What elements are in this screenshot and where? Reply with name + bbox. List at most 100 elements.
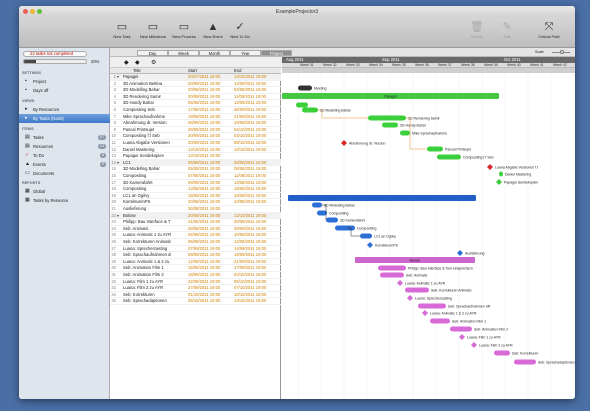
sidebar-item-tasks[interactable]: ▤ Tasks 27 xyxy=(19,133,110,142)
sidebar-item-project[interactable]: ▪ Project xyxy=(19,77,110,86)
edit-button[interactable]: ✎ Edit xyxy=(492,20,522,39)
table-row[interactable]: 32 Luana: Film 1 zu AYR 22/09/2011 19:00 05… xyxy=(110,279,281,286)
table-row[interactable]: 3 3D Modelling Bahar 20/08/2011 19:00 04/08… xyxy=(110,87,281,94)
milestone-marker[interactable] xyxy=(422,310,428,316)
tab-month[interactable]: Month xyxy=(199,50,230,56)
task-bar[interactable] xyxy=(360,233,372,239)
milestone-marker[interactable] xyxy=(407,295,413,301)
tab-week[interactable]: Week xyxy=(168,50,199,56)
table-row[interactable]: 9 Pascal Printsujet 28/09/2011 19:00 04/10/… xyxy=(110,127,281,134)
task-bar[interactable] xyxy=(494,350,510,356)
delete-button[interactable]: 🗑 Delete xyxy=(462,20,492,39)
sidebar-item-todo[interactable]: ✓ To Do 8 xyxy=(19,151,110,160)
tab-project[interactable]: Project xyxy=(261,50,292,56)
task-bar[interactable] xyxy=(380,272,404,278)
table-row[interactable]: 11 Luana Abgabe Versionen f.f 20/09/2011 1… xyxy=(110,140,281,147)
milestone-marker[interactable] xyxy=(487,164,493,170)
sidebar-item-tasks-by-resource[interactable]: ▦ Tasks by Resource xyxy=(19,196,110,205)
table-row[interactable]: 12 Daniel Mastering 13/10/2011 19:00 10/10/… xyxy=(110,147,281,154)
task-bar[interactable] xyxy=(298,85,312,91)
table-row[interactable]: 35 Seb: Sprachadaptionen 05/10/2011 19:00 1… xyxy=(110,298,281,305)
group-row[interactable]: ▾ 22 Bolose 20/08/2011 19:00 13/10/2011 19:0… xyxy=(110,212,281,220)
sidebar-item-documents[interactable]: ▭ Documents xyxy=(19,169,110,178)
table-row[interactable]: 2 3D Animation Bettina 20/08/2011 19:00 12/… xyxy=(110,81,281,88)
settings-gear-icon[interactable]: ⚙ xyxy=(151,59,156,66)
sidebar-item-by-tasks-gantt[interactable]: ▸ By Tasks (Gantt) xyxy=(19,114,110,123)
milestone-marker[interactable] xyxy=(496,179,502,185)
milestone-marker[interactable] xyxy=(367,242,373,248)
milestone-marker[interactable] xyxy=(341,140,347,146)
group-row[interactable]: ▾ 14 LC1 05/08/2011 19:00 26/08/2011 19:00 xyxy=(110,159,281,167)
task-bar[interactable] xyxy=(368,115,406,121)
table-row[interactable]: 24 Seb: Animatic 28/08/2011 19:00 09/09/201… xyxy=(110,226,281,233)
sidebar-item-days-off[interactable]: ▪ Days off xyxy=(19,86,110,95)
task-bar[interactable] xyxy=(450,326,472,332)
table-row[interactable]: 31 Seb: Animation Film 2 18/09/2011 19:00 0… xyxy=(110,272,281,279)
disclosure-triangle-icon[interactable]: ▾ xyxy=(117,160,122,167)
sidebar-item-events[interactable]: ▲ Events 5 xyxy=(19,160,110,169)
table-row[interactable]: 7 Mike Sprachaufnahme 19/09/2011 19:00 21/0… xyxy=(110,114,281,121)
group-row[interactable]: ▾ 1 Papagei 20/07/2011 19:00 13/10/2011 19:0… xyxy=(110,74,281,81)
sidebar-item-global[interactable]: ▦ Global xyxy=(19,187,110,196)
milestone-marker[interactable] xyxy=(397,280,403,286)
task-bar[interactable] xyxy=(326,217,338,223)
task-bar[interactable] xyxy=(296,102,308,108)
table-row[interactable]: 19 LC1 an Ogilvy 16/08/2011 19:00 19/08/201… xyxy=(110,193,281,200)
task-bar[interactable] xyxy=(400,130,410,136)
table-row[interactable]: 27 Luana: Sprechercasting 07/09/2011 19:00… xyxy=(110,246,281,253)
table-row[interactable]: 20 KorrekturenPS 20/08/2011 19:00 23/08/201… xyxy=(110,199,281,206)
critical-path-button[interactable]: ⤧ Critical Path xyxy=(534,20,564,39)
new-event-button[interactable]: ▲ New Event xyxy=(198,20,228,39)
task-bar[interactable] xyxy=(514,359,536,365)
summary-bar[interactable] xyxy=(288,195,476,201)
new-milestone-button[interactable]: ▭ New Milestone xyxy=(138,20,168,39)
table-row[interactable]: 30 Seb: Animation Film 1 15/09/2011 19:00 2… xyxy=(110,265,281,272)
table-row[interactable]: 17 3D Kamerafahrt 09/08/2011 19:00 13/08/20… xyxy=(110,180,281,187)
table-row[interactable]: 5 3D Handy Bahar 06/08/2011 19:00 13/09/201… xyxy=(110,100,281,107)
task-bar[interactable] xyxy=(418,303,446,309)
task-bar[interactable] xyxy=(430,318,450,324)
task-bar[interactable] xyxy=(427,146,443,152)
zoom-slider-thumb[interactable] xyxy=(560,50,564,54)
sidebar-item-resources[interactable]: ▤ Resources 13 xyxy=(19,142,110,151)
indent-icon[interactable]: ◆ xyxy=(135,59,140,66)
new-task-button[interactable]: ▭ New Task xyxy=(107,20,137,39)
task-bar[interactable] xyxy=(317,210,327,216)
table-row[interactable]: 10 Compositing f.f Seb 20/09/2011 19:00 03/… xyxy=(110,133,281,140)
new-todo-button[interactable]: ✓ New To Do xyxy=(225,20,255,39)
task-bar[interactable] xyxy=(378,265,406,271)
table-row[interactable]: 6 Compositing Seb 17/08/2011 19:00 26/09/20… xyxy=(110,107,281,114)
table-row[interactable]: 29 Luana: Animatic 1 & 2 zu 12/09/2011 19:… xyxy=(110,259,281,266)
table-row[interactable]: 21 Auslieferung 26/08/2011 19:00 xyxy=(110,206,281,213)
table-row[interactable]: 13 Papagei Sendekopien 13/10/2011 19:00 xyxy=(110,153,281,160)
table-row[interactable]: 34 Seb: Korrekturen 01/10/2011 19:00 10/10/… xyxy=(110,292,281,299)
outdent-icon[interactable]: ◆ xyxy=(124,59,129,66)
task-bar[interactable] xyxy=(335,225,355,231)
tab-year[interactable]: Year xyxy=(230,50,261,56)
milestone-marker[interactable] xyxy=(471,342,477,348)
task-bar[interactable] xyxy=(499,171,503,177)
table-row[interactable]: 33 Luana: Film 2 zu AYR 27/09/2011 19:00 07… xyxy=(110,285,281,292)
zoom-slider[interactable] xyxy=(552,50,570,54)
new-process-button[interactable]: ▭ New Process xyxy=(169,20,199,39)
milestone-marker[interactable] xyxy=(457,250,463,256)
disclosure-triangle-icon[interactable]: ▾ xyxy=(117,74,122,81)
disclosure-triangle-icon[interactable]: ▾ xyxy=(117,213,122,220)
table-row[interactable]: 16 Compositing 07/08/2011 19:00 11/08/2011 … xyxy=(110,173,281,180)
sidebar-item-by-resources[interactable]: ▸ By Resources xyxy=(19,105,110,114)
task-bar[interactable] xyxy=(312,202,322,208)
table-row[interactable]: 23 Philipp: Bau Interface & T 21/08/2011 1… xyxy=(110,219,281,226)
task-bar[interactable] xyxy=(302,107,318,113)
table-row[interactable]: 4 3D Rendering Samir 20/08/2011 19:00 11/08… xyxy=(110,94,281,101)
task-bar[interactable] xyxy=(405,287,429,293)
table-row[interactable]: 8 Abnahmung dt. Version 28/09/2011 19:00 19… xyxy=(110,120,281,127)
table-row[interactable]: 25 Luana: Animatic 1 zu AYR 02/09/2011 19:… xyxy=(110,232,281,239)
tab-day[interactable]: Day xyxy=(137,50,168,56)
table-row[interactable]: 15 3D Modelling Bahar 05/08/2011 19:00 08/0… xyxy=(110,166,281,173)
table-row[interactable]: 28 Seb: Sprachaufnahmen dR 09/09/2011 19:0… xyxy=(110,252,281,259)
table-row[interactable]: 18 Compositing 13/08/2011 19:00 16/08/2011 … xyxy=(110,186,281,193)
task-bar[interactable] xyxy=(382,122,398,128)
milestone-marker[interactable] xyxy=(459,334,465,340)
task-bar[interactable] xyxy=(437,154,461,160)
table-row[interactable]: 26 Seb: Korrekturen Animatic 05/09/2011 19… xyxy=(110,239,281,246)
